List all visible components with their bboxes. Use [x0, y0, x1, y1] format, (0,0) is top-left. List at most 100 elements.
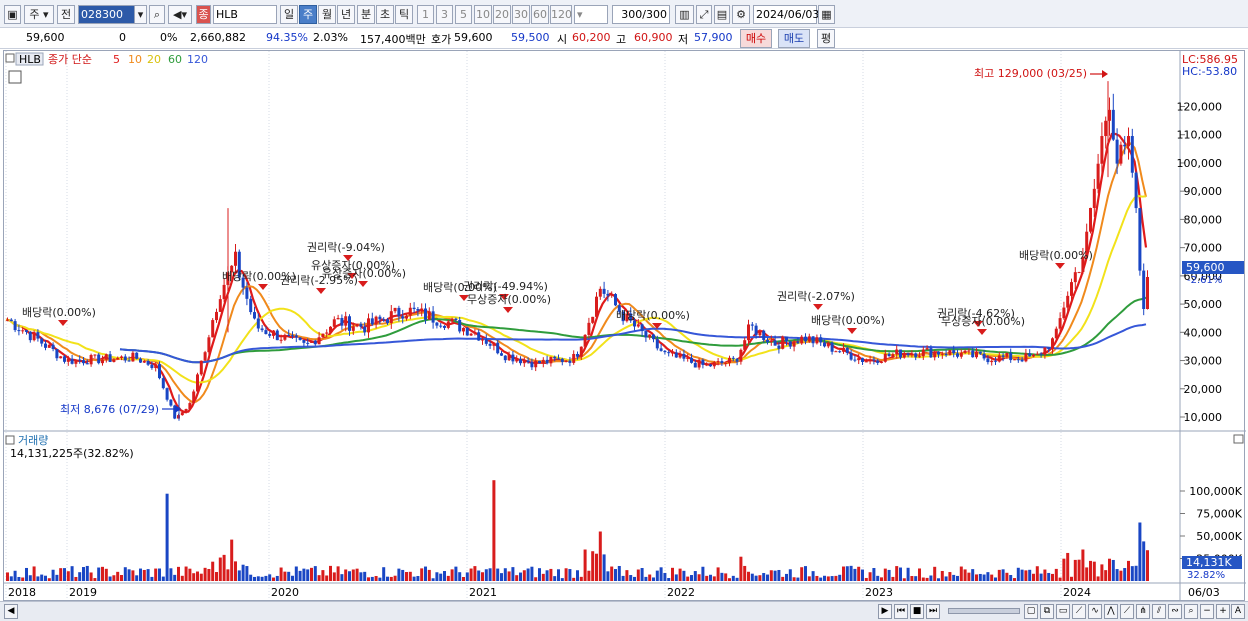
- zoom-in-icon[interactable]: +: [1216, 604, 1230, 619]
- font-size-icon[interactable]: A: [1231, 604, 1245, 619]
- volume-bar: [541, 573, 545, 581]
- interval-10[interactable]: 10: [474, 5, 492, 24]
- tab-week[interactable]: 주: [299, 5, 317, 24]
- candle-body: [249, 298, 253, 313]
- save-icon[interactable]: ▤: [714, 5, 730, 24]
- grid-toggle-icon[interactable]: [8, 70, 22, 84]
- window-icon[interactable]: ▭: [1056, 604, 1070, 619]
- window-menu-icon[interactable]: ▣: [4, 5, 21, 24]
- interval-120[interactable]: 120: [550, 5, 572, 24]
- candle-body: [982, 353, 986, 359]
- chart-scrollbar[interactable]: ◀ ▶ ⏮ ■ ⏭ ▢ ⧉ ▭ ⟋ ∿ ⋀ ⟋ ⋔ ⫽ ∾ ⌕ − + A: [0, 601, 1248, 621]
- tab-day[interactable]: 일: [280, 5, 298, 24]
- candle-body: [728, 357, 731, 363]
- sell-button[interactable]: 매도: [778, 29, 810, 48]
- pitch-tool-icon[interactable]: ⫽: [1152, 604, 1166, 619]
- period-type-select[interactable]: 주 ▾: [24, 5, 54, 24]
- tab-minute[interactable]: 분: [357, 5, 375, 24]
- event-label: 배당락(0.00%): [22, 306, 96, 319]
- wave-tool-icon[interactable]: ∿: [1088, 604, 1102, 619]
- interval-60[interactable]: 60: [531, 5, 549, 24]
- tab-tick[interactable]: 틱: [395, 5, 413, 24]
- volume-bar: [298, 570, 302, 581]
- interval-5[interactable]: 5: [455, 5, 472, 24]
- scroll-right-icon[interactable]: ▶: [878, 604, 892, 619]
- zoom-out-icon[interactable]: −: [1200, 604, 1214, 619]
- last-page-icon[interactable]: ⏭: [926, 604, 940, 619]
- zoom-box-icon[interactable]: ▢: [1024, 604, 1038, 619]
- date-input[interactable]: 2024/06/03: [753, 5, 819, 24]
- stop-icon[interactable]: ■: [910, 604, 924, 619]
- volume-close-icon[interactable]: [1233, 434, 1244, 444]
- interval-3[interactable]: 3: [436, 5, 453, 24]
- settings-gear-icon[interactable]: ⚙: [732, 5, 750, 24]
- volume-bar: [104, 568, 108, 581]
- volume-bar: [21, 577, 25, 581]
- tab-month[interactable]: 월: [318, 5, 336, 24]
- eval-button[interactable]: 평: [817, 29, 835, 48]
- candle-type-icon[interactable]: ▥: [675, 5, 694, 24]
- chart-area[interactable]: 배당락(0.00%) 배당락(0.00%) 권리락(-2.95%) 권리락(-9.04…: [3, 50, 1246, 602]
- candle-body: [1066, 295, 1070, 308]
- draw-tool-icon[interactable]: ⤢: [696, 5, 712, 24]
- tab-second[interactable]: 초: [376, 5, 394, 24]
- event-marker-icon: [258, 284, 268, 290]
- candle-body: [469, 333, 473, 336]
- volume-bar: [196, 571, 199, 581]
- calendar-icon[interactable]: ▦: [818, 5, 835, 24]
- count-input[interactable]: 300/300: [612, 5, 670, 24]
- candle-body: [1092, 188, 1096, 208]
- interval-30[interactable]: 30: [512, 5, 530, 24]
- candle-body: [724, 362, 728, 364]
- stock-name-field[interactable]: HLB: [213, 5, 277, 24]
- candle-body: [435, 322, 439, 326]
- candle-body: [59, 356, 63, 359]
- candle-body: [838, 351, 842, 353]
- stock-code-input[interactable]: 028300: [78, 5, 136, 24]
- tab-year[interactable]: 년: [337, 5, 355, 24]
- low-price: 57,900: [694, 31, 733, 44]
- search-icon[interactable]: ⌕: [149, 5, 165, 24]
- zoom-icon[interactable]: ⌕: [1184, 604, 1198, 619]
- y-tick-label: 90,000: [1184, 185, 1223, 198]
- candle-body: [800, 336, 804, 344]
- interval-custom-input[interactable]: ▾: [574, 5, 608, 24]
- trend-tool-icon[interactable]: ⟋: [1120, 604, 1134, 619]
- first-page-icon[interactable]: ⏮: [894, 604, 908, 619]
- cycle-tool-icon[interactable]: ∾: [1168, 604, 1182, 619]
- candle-body: [1119, 144, 1123, 164]
- zoom-slider[interactable]: [948, 608, 1020, 614]
- volume-bar: [82, 567, 85, 581]
- copy-icon[interactable]: ⧉: [1040, 604, 1054, 619]
- y-tick-label: 110,000: [1177, 129, 1223, 142]
- volume-bar: [864, 577, 868, 581]
- turnover-rate: 2.03%: [313, 31, 348, 44]
- line-tool-icon[interactable]: ⟋: [1072, 604, 1086, 619]
- fan-tool-icon[interactable]: ⋔: [1136, 604, 1150, 619]
- volume-bar: [142, 569, 146, 581]
- buy-button[interactable]: 매수: [740, 29, 772, 48]
- candle-body: [234, 251, 237, 266]
- volume-bar: [956, 575, 959, 581]
- candle-body: [382, 319, 386, 321]
- volume-bar: [659, 567, 663, 581]
- candle-body: [921, 349, 925, 357]
- interval-20[interactable]: 20: [493, 5, 511, 24]
- volume-bar: [944, 576, 948, 581]
- pattern-tool-icon[interactable]: ⋀: [1104, 604, 1118, 619]
- prev-button[interactable]: 전: [57, 5, 75, 24]
- event-label: 유상증자(0.00%): [322, 267, 406, 280]
- interval-1[interactable]: 1: [417, 5, 434, 24]
- candle-body: [716, 361, 720, 363]
- scroll-left-icon[interactable]: ◀: [4, 604, 18, 619]
- code-dropdown-icon[interactable]: ▾: [134, 5, 147, 24]
- candle-body: [906, 353, 910, 356]
- chart-canvas[interactable]: 배당락(0.00%)배당락(0.00%)권리락(-2.95%)권리락(-9.04…: [4, 51, 1246, 602]
- candle-body: [32, 332, 36, 341]
- speaker-icon[interactable]: ◀▾: [168, 5, 192, 24]
- candle-body: [78, 359, 82, 361]
- candle-body: [868, 359, 872, 362]
- candle-body: [853, 359, 857, 361]
- volume-bar: [469, 568, 473, 581]
- volume-bar: [549, 568, 553, 581]
